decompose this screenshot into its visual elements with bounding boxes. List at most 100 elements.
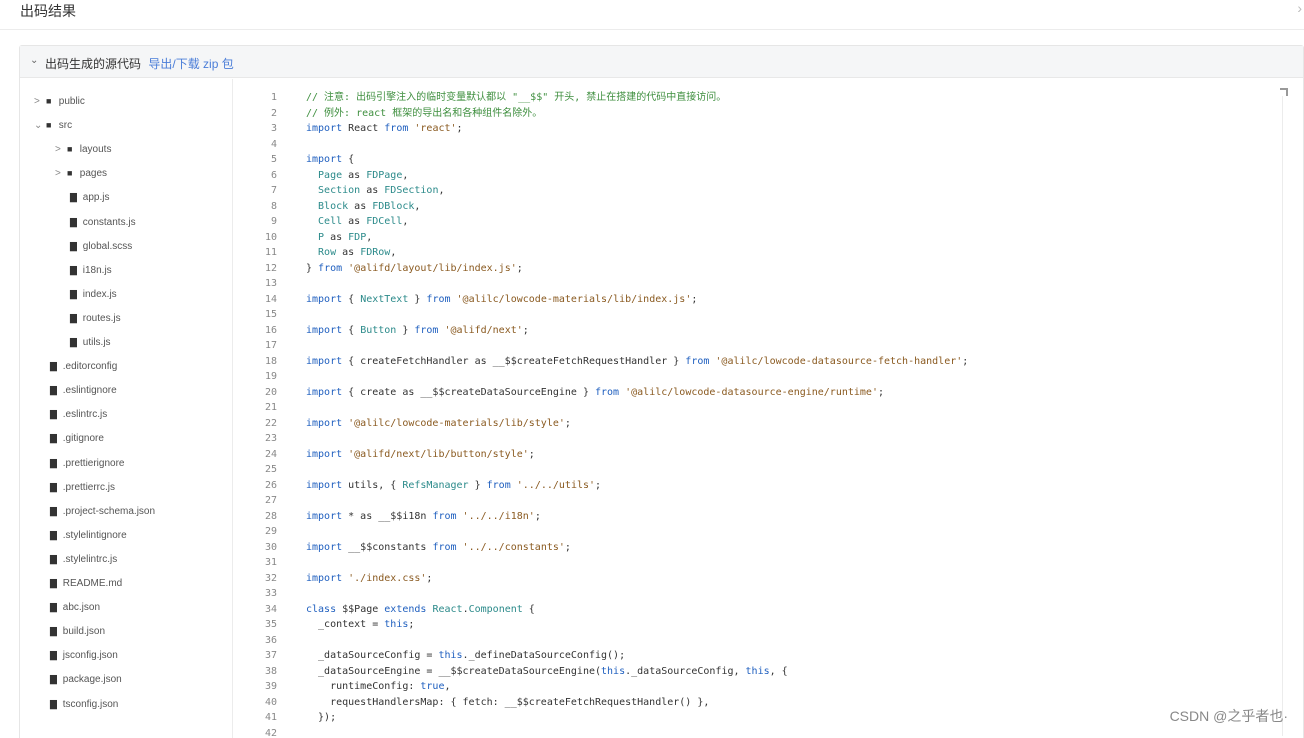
- chevron-right-icon[interactable]: >: [55, 162, 67, 186]
- tree-item[interactable]: ▇ package.json: [50, 667, 122, 691]
- code-line: 21: [233, 400, 306, 415]
- folder-icon: ■: [46, 96, 52, 106]
- tree-item-label: .prettierignore: [60, 457, 125, 469]
- code-token: ;: [962, 355, 969, 367]
- code-token: as: [360, 185, 385, 196]
- code-token: FDP: [348, 231, 367, 243]
- code-token: import: [306, 324, 343, 336]
- code-token: FDSection: [384, 185, 439, 196]
- line-number: 35: [264, 619, 277, 630]
- tree-item-label: public: [56, 96, 85, 107]
- line-number: 33: [264, 588, 277, 599]
- code-line: 34 class $$Page extends React.Component {: [233, 602, 535, 617]
- line-number: 18: [264, 355, 277, 367]
- chevron-down-icon[interactable]: ⌄: [34, 114, 46, 138]
- tree-item-label: .stylelintignore: [60, 529, 127, 541]
- line-number: 8: [270, 200, 277, 212]
- tree-item-label: build.json: [60, 626, 106, 638]
- tree-item[interactable]: ▇ routes.js: [70, 306, 121, 330]
- tree-item[interactable]: ▇ build.json: [50, 619, 105, 643]
- code-token: this: [384, 619, 409, 630]
- code-line: 38 _dataSourceEngine = __$$createDataSou…: [233, 664, 788, 679]
- dialog-header: 出码结果 ›: [0, 0, 1304, 30]
- tree-item[interactable]: ▇ global.scss: [70, 234, 132, 258]
- tree-item[interactable]: ▇ app.js: [70, 185, 109, 209]
- code-line: 39 runtimeConfig: true,: [233, 679, 451, 694]
- tree-item[interactable]: > ■ pages: [55, 161, 107, 185]
- line-number: 16: [264, 324, 277, 336]
- file-icon: ▇: [70, 264, 77, 275]
- line-number: 6: [270, 169, 277, 181]
- code-token: }: [396, 324, 415, 336]
- line-number: 21: [264, 402, 277, 413]
- code-token: '../../i18n': [456, 510, 535, 522]
- line-number: 39: [264, 681, 277, 692]
- tree-item[interactable]: ▇ tsconfig.json: [50, 692, 118, 716]
- tree-item[interactable]: ⌄ ■ src: [34, 113, 72, 137]
- code-token: P: [306, 231, 325, 243]
- code-line: 29: [233, 524, 306, 539]
- code-token: import: [306, 541, 343, 553]
- file-icon: ▇: [50, 433, 57, 444]
- tree-item[interactable]: ▇ constants.js: [70, 210, 136, 234]
- tree-item[interactable]: ▇ jsconfig.json: [50, 643, 118, 667]
- code-line: 40 requestHandlersMap: { fetch: __$$crea…: [233, 695, 709, 710]
- code-line: 25: [233, 462, 306, 477]
- code-token: ;: [595, 479, 602, 491]
- tree-item[interactable]: ▇ .stylelintrc.js: [50, 547, 117, 571]
- tree-item-label: layouts: [77, 144, 112, 156]
- tree-item[interactable]: ▇ README.md: [50, 571, 122, 595]
- chevron-down-icon[interactable]: ⌄: [30, 55, 38, 66]
- tree-item[interactable]: ▇ .stylelintignore: [50, 523, 127, 547]
- code-token: import: [306, 293, 343, 305]
- code-token: ;: [564, 541, 571, 553]
- export-zip-link[interactable]: 导出/下载 zip 包: [148, 57, 233, 71]
- code-token: });: [306, 712, 337, 723]
- code-token: NextText: [360, 293, 409, 305]
- code-token: import: [306, 355, 343, 367]
- tree-item[interactable]: > ■ public: [34, 89, 85, 113]
- tree-item[interactable]: ▇ .prettierignore: [50, 451, 124, 475]
- tree-item[interactable]: ▇ .gitignore: [50, 426, 104, 450]
- tree-item-label: .project-schema.json: [60, 505, 156, 517]
- tree-item[interactable]: ▇ abc.json: [50, 595, 100, 619]
- tree-item-label: pages: [77, 168, 108, 180]
- line-number: 32: [264, 572, 277, 584]
- line-number: 30: [264, 541, 277, 553]
- tree-item[interactable]: ▇ i18n.js: [70, 258, 112, 282]
- tree-item-label: .editorconfig: [60, 361, 118, 373]
- code-line: 19: [233, 369, 306, 384]
- code-token: from: [432, 541, 457, 553]
- panel-header[interactable]: ⌄ 出码生成的源代码 导出/下载 zip 包: [20, 46, 1303, 78]
- code-token: '@alifd/next/lib/button/style': [342, 448, 529, 460]
- editor-scroll-guide[interactable]: [1282, 96, 1283, 736]
- code-editor[interactable]: 1 // 注意: 出码引擎注入的临时变量默认都以 "__$$" 开头, 禁止在搭建…: [233, 90, 1293, 738]
- file-icon: ▇: [50, 626, 57, 637]
- code-line: 16 import { Button } from '@alifd/next';: [233, 323, 529, 338]
- tree-item-label: package.json: [60, 674, 122, 686]
- code-token: '@alilc/lowcode-materials/lib/index.js': [450, 293, 692, 305]
- code-token: _context =: [306, 619, 385, 630]
- tree-item[interactable]: ▇ .project-schema.json: [50, 499, 155, 523]
- code-token: ,: [402, 216, 409, 227]
- code-token: 'react': [408, 123, 457, 134]
- tree-item[interactable]: ▇ .eslintignore: [50, 378, 117, 402]
- tree-item[interactable]: ▇ utils.js: [70, 330, 111, 354]
- code-token: ,: [414, 200, 421, 212]
- code-token: import: [306, 479, 343, 491]
- close-icon[interactable]: ›: [1297, 0, 1302, 16]
- code-token: FDCell: [366, 216, 403, 227]
- chevron-right-icon[interactable]: >: [55, 138, 67, 162]
- line-number: 27: [264, 495, 277, 506]
- chevron-right-icon[interactable]: >: [34, 90, 46, 114]
- tree-item[interactable]: ▇ index.js: [70, 282, 117, 306]
- code-token: requestHandlersMap: { fetch: __$$createF…: [306, 696, 710, 708]
- tree-item[interactable]: ▇ .prettierrc.js: [50, 475, 115, 499]
- tree-item[interactable]: ▇ .editorconfig: [50, 354, 117, 378]
- file-icon: ▇: [50, 385, 57, 396]
- code-token: {: [342, 154, 355, 165]
- file-icon: ▇: [50, 698, 57, 709]
- code-line: 1 // 注意: 出码引擎注入的临时变量默认都以 "__$$" 开头, 禁止在搭建…: [233, 90, 726, 105]
- tree-item[interactable]: ▇ .eslintrc.js: [50, 402, 107, 426]
- tree-item[interactable]: > ■ layouts: [55, 137, 111, 161]
